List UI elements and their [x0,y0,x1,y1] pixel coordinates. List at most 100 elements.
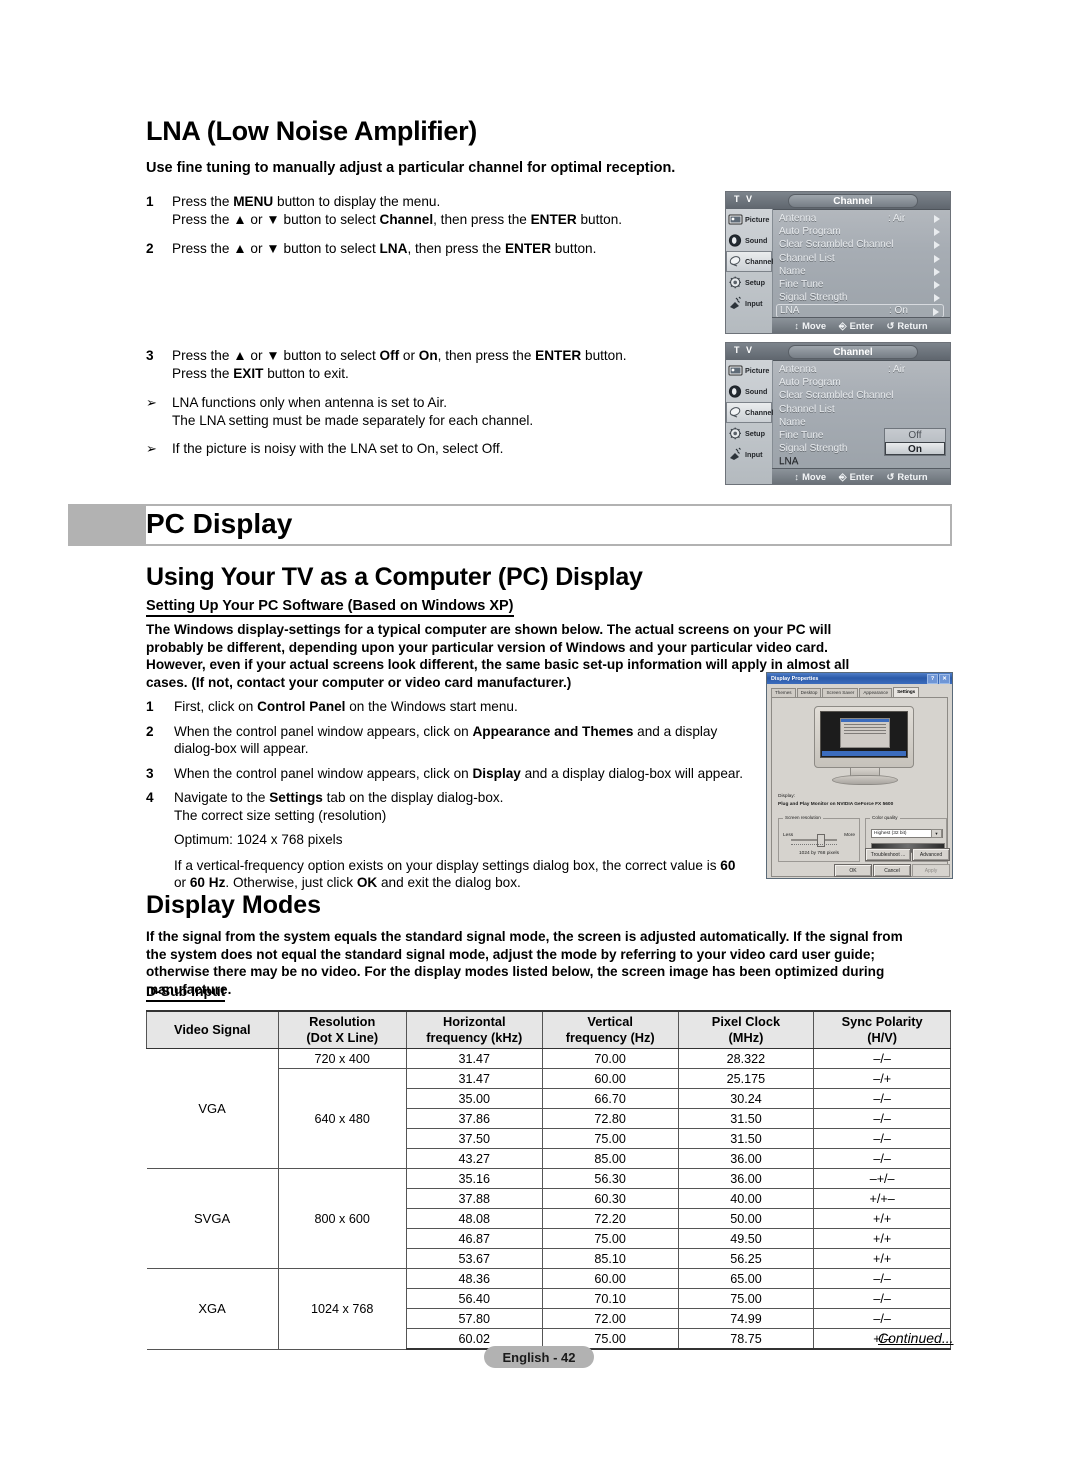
troubleshoot-button[interactable]: Troubleshoot ... [865,848,911,861]
osd-menu-item-clear-scrambled-channel[interactable]: Clear Scrambled Channel [776,389,944,402]
osd-sidebar-item-input[interactable]: Input [726,444,772,465]
color-quality-select[interactable]: Highest (32 bit) ▼ [871,829,943,838]
text-fragment: Navigate to the [174,790,270,805]
lna-keyword: LNA [379,241,408,256]
osd-menu-item-name[interactable]: Name [776,416,944,429]
gear-icon [728,275,743,290]
osd-sidebar: Picture Sound Channel Setup Input [726,209,773,333]
advanced-button[interactable]: Advanced [912,848,950,861]
preview-taskbar [822,751,906,756]
cell-hfreq: 48.36 [405,1268,543,1289]
osd-menu-item-signal-strength[interactable]: Signal Strength [776,291,944,304]
osd-sidebar-item-channel[interactable]: Channel [726,251,773,272]
preview-line [843,733,887,735]
osd-sidebar-label: Channel [745,408,774,417]
cell-hfreq: 31.47 [405,1068,543,1089]
osd-sidebar-label: Picture [745,215,770,224]
tab-appearance[interactable]: Appearance [859,688,893,697]
osd-item-label: Signal Strength [779,443,848,455]
osd-sidebar-item-setup[interactable]: Setup [726,423,772,444]
step-number: 3 [146,765,154,781]
tv-osd-screenshot-1: T V Channel Picture Sound Channel Setup … [725,191,951,334]
cell-pixel-clock: 49.50 [677,1228,815,1249]
text-fragment: and exit the dialog box. [377,875,521,890]
close-icon[interactable]: ✕ [939,673,950,684]
cell-video-signal: XGA [146,1268,279,1350]
step-number: 4 [146,790,154,805]
osd-sidebar-item-picture[interactable]: Picture [726,360,772,381]
return-arrow-icon: ↺ [886,319,895,331]
tv-osd-screenshot-2: T V Channel Picture Sound Channel Setup … [725,342,951,485]
chevron-down-icon[interactable]: ▼ [931,829,942,838]
osd-sidebar-item-sound[interactable]: Sound [726,381,772,402]
osd-menu-item-auto-program[interactable]: Auto Program [776,376,944,389]
osd-hint-enter: ⎆ Enter [839,320,873,332]
cell-pixel-clock: 36.00 [677,1148,815,1169]
cancel-button[interactable]: Cancel [873,864,911,877]
col-video-signal: Video Signal [146,1010,279,1049]
monitor-base [832,775,898,785]
tab-desktop[interactable]: Desktop [796,688,822,697]
ok-button[interactable]: OK [834,864,872,877]
osd-menu-item-auto-program[interactable]: Auto Program [776,225,944,238]
tab-screen-saver[interactable]: Screen Saver [822,688,859,697]
cell-video-signal: SVGA [146,1168,279,1269]
step-body: Press the ▲ or ▼ button to select LNA, t… [172,240,716,258]
help-icon[interactable]: ? [927,673,938,684]
step-line: Press the MENU button to display the men… [172,193,716,211]
resolution-slider-thumb[interactable] [817,834,825,847]
chevron-right-icon [934,228,940,237]
enter-key-icon: ⎆ [839,470,847,482]
monitor-bezel [814,706,914,768]
option-on[interactable]: On [885,442,945,455]
lna-subtitle: Use fine tuning to manually adjust a par… [146,160,676,176]
step-number: 3 [146,348,154,363]
osd-menu-item-name[interactable]: Name [776,265,944,278]
osd-menu-item-antenna[interactable]: Antenna: Air [776,363,944,376]
step-number: 1 [146,194,154,209]
cell-hfreq: 35.00 [405,1088,543,1109]
display-label: Display: [778,794,796,799]
osd-menu-item-antenna[interactable]: Antenna: Air [776,212,944,225]
enter-keyword: ENTER [535,348,582,363]
text-fragment: tab on the display dialog-box. [322,790,504,805]
lna-step-three: 3 Press the ▲ or ▼ button to select Off … [146,347,716,394]
cell-sync-polarity: –+/– [813,1168,951,1189]
osd-sidebar-item-picture[interactable]: Picture [726,209,772,230]
osd-sidebar-item-sound[interactable]: Sound [726,230,772,251]
tab-themes[interactable]: Themes [771,688,796,697]
monitor-preview [814,706,914,785]
note-body: If the picture is noisy with the LNA set… [172,440,726,458]
cell-hfreq: 37.86 [405,1108,543,1129]
resolution-slider-track[interactable] [791,839,837,841]
osd-sidebar-item-setup[interactable]: Setup [726,272,772,293]
cell-sync-polarity: –/– [813,1308,951,1329]
step-body: First, click on Control Panel on the Win… [174,698,746,716]
cell-sync-polarity: –/– [813,1108,951,1129]
note-bullet-icon: ➢ [146,441,157,456]
text-fragment: Press the ▲ or ▼ button to select [172,348,380,363]
osd-item-value: : Air [888,364,906,375]
header-line2: (Dot X Line) [306,1030,379,1045]
osd-menu-item-clear-scrambled-channel[interactable]: Clear Scrambled Channel [776,238,944,251]
heading-display-modes: Display Modes [146,891,322,919]
option-off[interactable]: Off [885,429,945,442]
tab-settings[interactable]: Settings [893,687,920,697]
picture-icon [728,363,743,378]
col-pixel-clock: Pixel Clock (MHz) [677,1010,815,1049]
step-body: Press the ▲ or ▼ button to select Off or… [172,347,716,382]
osd-menu-item-lna[interactable]: LNA: On [776,304,944,318]
sound-icon [728,233,743,248]
osd-sidebar-label: Setup [745,429,765,438]
osd-menu-item-channel-list[interactable]: Channel List [776,252,944,265]
osd-sidebar-item-channel[interactable]: Channel [726,402,774,423]
cell-vfreq: 70.00 [541,1048,679,1069]
osd-menu-item-fine-tune[interactable]: Fine Tune [776,278,944,291]
cell-vfreq: 85.10 [541,1248,679,1269]
osd-hint-enter: ⎆ Enter [839,471,873,483]
osd-menu-item-channel-list[interactable]: Channel List [776,403,944,416]
osd-sidebar-item-input[interactable]: Input [726,293,772,314]
cell-sync-polarity: +/+– [813,1188,951,1209]
note-line: The LNA setting must be made separately … [172,412,534,428]
osd-menu-item-lna[interactable]: LNA [776,455,944,468]
